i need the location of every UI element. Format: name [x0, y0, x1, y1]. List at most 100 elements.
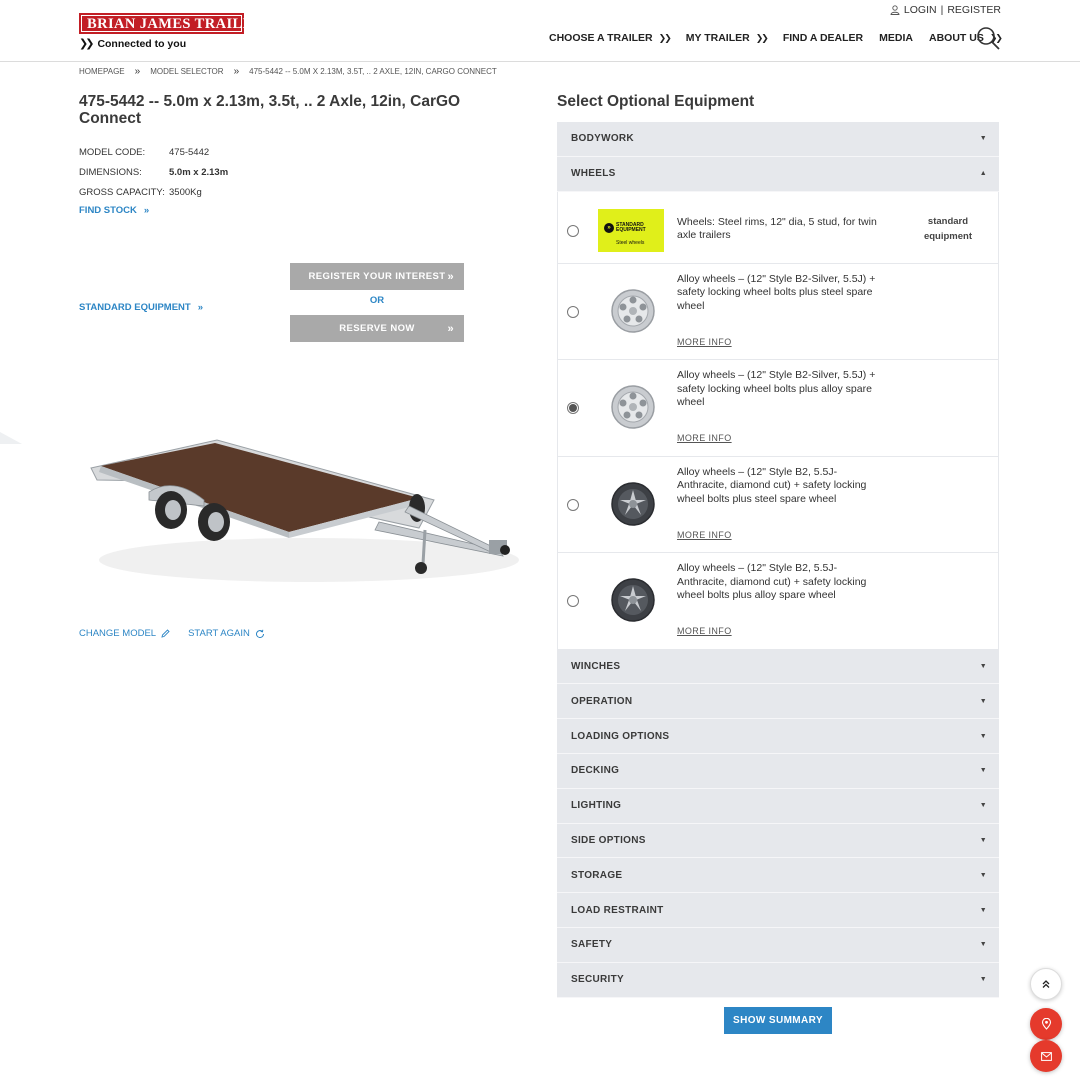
- start-again-link[interactable]: START AGAIN: [188, 628, 265, 639]
- section-lighting[interactable]: LIGHTING ▼: [557, 788, 999, 824]
- double-chevron-right-icon: »: [447, 322, 454, 335]
- double-chevron-up-icon: [1042, 980, 1050, 988]
- section-label: SECURITY: [571, 974, 624, 986]
- logo-text: BRIAN JAMES TRAILERS: [82, 16, 272, 32]
- section-side-options[interactable]: SIDE OPTIONS ▼: [557, 823, 999, 859]
- section-winches[interactable]: WINCHES ▼: [557, 649, 999, 685]
- option-radio[interactable]: [567, 498, 579, 511]
- section-label: STORAGE: [571, 869, 623, 881]
- reserve-now-button[interactable]: RESERVE NOW »: [290, 315, 464, 342]
- option-row-alloy-anthracite-alloy-spare[interactable]: Alloy wheels – (12" Style B2, 5.5J-Anthr…: [558, 553, 998, 650]
- search-icon[interactable]: [976, 26, 1000, 50]
- caret-down-icon: ▼: [979, 802, 987, 810]
- user-icon: [890, 5, 900, 15]
- more-info-link[interactable]: MORE INFO: [677, 433, 732, 443]
- nav-label: CHOOSE A TRAILER: [549, 32, 653, 44]
- double-chevron-down-icon: ❯❯: [755, 32, 769, 43]
- login-link[interactable]: LOGIN: [904, 4, 937, 16]
- section-bodywork[interactable]: BODYWORK ▼: [557, 122, 999, 157]
- option-row-steel-wheels[interactable]: » STANDARD EQUIPMENT Steel wheels Wheels:…: [558, 192, 998, 264]
- section-label: LOADING OPTIONS: [571, 730, 670, 742]
- section-storage[interactable]: STORAGE ▼: [557, 858, 999, 894]
- nav-find-a-dealer[interactable]: FIND A DEALER: [783, 32, 863, 44]
- double-chevron-down-icon: ❯❯: [658, 32, 672, 43]
- find-stock-link[interactable]: FIND STOCK »: [79, 205, 149, 216]
- caret-down-icon: ▼: [979, 697, 987, 705]
- section-decking[interactable]: DECKING ▼: [557, 753, 999, 789]
- caret-down-icon: ▼: [979, 135, 987, 143]
- chevron-right-icon: »: [604, 222, 614, 233]
- section-label: LOAD RESTRAINT: [571, 904, 664, 916]
- std-label-line: standard: [927, 215, 969, 227]
- section-load-restraint[interactable]: LOAD RESTRAINT ▼: [557, 893, 999, 928]
- nav-my-trailer[interactable]: MY TRAILER ❯❯: [686, 32, 769, 44]
- section-safety[interactable]: SAFETY ▼: [557, 927, 999, 963]
- option-description: Alloy wheels – (12" Style B2-Silver, 5.5…: [677, 369, 876, 409]
- section-loading-options[interactable]: LOADING OPTIONS ▼: [557, 719, 999, 754]
- section-label: SIDE OPTIONS: [571, 834, 646, 846]
- option-description: Alloy wheels – (12" Style B2, 5.5J-Anthr…: [677, 465, 867, 505]
- option-row-alloy-anthracite-steel-spare[interactable]: Alloy wheels – (12" Style B2, 5.5J-Anthr…: [558, 457, 998, 554]
- caret-down-icon: ▼: [979, 732, 987, 740]
- option-radio[interactable]: [567, 224, 579, 237]
- breadcrumb: HOMEPAGE » MODEL SELECTOR » 475-5442 -- …: [79, 66, 497, 77]
- contact-fab[interactable]: [1030, 1040, 1062, 1072]
- spec-label: DIMENSIONS:: [79, 166, 142, 178]
- spec-label: GROSS CAPACITY:: [79, 186, 165, 198]
- pencil-icon: [161, 629, 170, 638]
- caret-up-icon: ▲: [979, 170, 987, 178]
- alloy-wheel-silver-thumbnail: [611, 385, 655, 429]
- register-link[interactable]: REGISTER: [947, 4, 1001, 16]
- option-radio-selected[interactable]: [567, 402, 579, 415]
- breadcrumb-current: 475-5442 -- 5.0M X 2.13M, 3.5T, .. 2 AXL…: [249, 67, 497, 76]
- wheels-options: » STANDARD EQUIPMENT Steel wheels Wheels:…: [557, 191, 999, 650]
- section-label: SAFETY: [571, 939, 613, 951]
- option-description: Alloy wheels – (12" Style B2-Silver, 5.5…: [677, 272, 876, 312]
- caret-down-icon: ▼: [979, 662, 987, 670]
- option-description: Wheels: Steel rims, 12" dia, 5 stud, for…: [677, 215, 877, 242]
- breadcrumb-separator: »: [134, 66, 141, 77]
- section-label: LIGHTING: [571, 800, 622, 812]
- register-interest-button[interactable]: REGISTER YOUR INTEREST »: [290, 263, 464, 290]
- double-chevron-right-icon: »: [447, 270, 454, 283]
- find-dealer-fab[interactable]: [1030, 1008, 1062, 1040]
- section-wheels[interactable]: WHEELS ▲: [557, 156, 999, 192]
- breadcrumb-home[interactable]: HOMEPAGE: [79, 67, 125, 76]
- option-row-alloy-silver-steel-spare[interactable]: Alloy wheels – (12" Style B2-Silver, 5.5…: [558, 264, 998, 361]
- option-row-alloy-silver-alloy-spare[interactable]: Alloy wheels – (12" Style B2-Silver, 5.5…: [558, 360, 998, 457]
- section-operation[interactable]: OPERATION ▼: [557, 684, 999, 720]
- show-summary-button[interactable]: SHOW SUMMARY: [724, 1007, 832, 1034]
- more-info-link[interactable]: MORE INFO: [677, 530, 732, 540]
- section-security[interactable]: SECURITY ▼: [557, 962, 999, 998]
- find-stock-label: FIND STOCK: [79, 205, 137, 216]
- alloy-wheel-anthracite-thumbnail: [611, 578, 655, 622]
- thumb-text: STANDARD EQUIPMENT: [616, 222, 646, 234]
- alloy-wheel-silver-thumbnail: [611, 288, 655, 333]
- option-radio[interactable]: [567, 305, 579, 318]
- trailer-image: [90, 439, 519, 582]
- spec-value: 475-5442: [169, 146, 210, 158]
- change-model-link[interactable]: CHANGE MODEL: [79, 628, 170, 639]
- nav-label: FIND A DEALER: [782, 32, 864, 44]
- more-info-link[interactable]: MORE INFO: [677, 626, 732, 636]
- site-header: BRIAN JAMES TRAILERS ❯❯ Connected to you…: [0, 0, 1080, 62]
- option-radio[interactable]: [567, 595, 579, 608]
- change-model-label: CHANGE MODEL: [79, 628, 157, 639]
- spec-row: GROSS CAPACITY: 3500Kg: [79, 182, 228, 202]
- more-info-link[interactable]: MORE INFO: [677, 337, 732, 347]
- standard-equipment-label: STANDARD EQUIPMENT: [79, 302, 191, 313]
- nav-media[interactable]: MEDIA: [879, 32, 913, 44]
- std-label-line: equipment: [923, 230, 972, 242]
- double-chevron-right-icon: »: [197, 302, 204, 313]
- scroll-to-top-button[interactable]: [1030, 968, 1062, 1000]
- breadcrumb-separator: »: [233, 66, 240, 77]
- section-label: OPERATION: [571, 695, 633, 707]
- brand-logo[interactable]: BRIAN JAMES TRAILERS ❯❯ Connected to you: [79, 13, 272, 51]
- start-again-label: START AGAIN: [188, 628, 250, 639]
- tagline: ❯❯ Connected to you: [79, 37, 244, 51]
- standard-equipment-link[interactable]: STANDARD EQUIPMENT »: [79, 302, 203, 313]
- caret-down-icon: ▼: [979, 976, 987, 984]
- breadcrumb-model-selector[interactable]: MODEL SELECTOR: [150, 67, 223, 76]
- nav-choose-a-trailer[interactable]: CHOOSE A TRAILER ❯❯: [549, 32, 672, 44]
- account-links: LOGIN | REGISTER: [890, 4, 1001, 16]
